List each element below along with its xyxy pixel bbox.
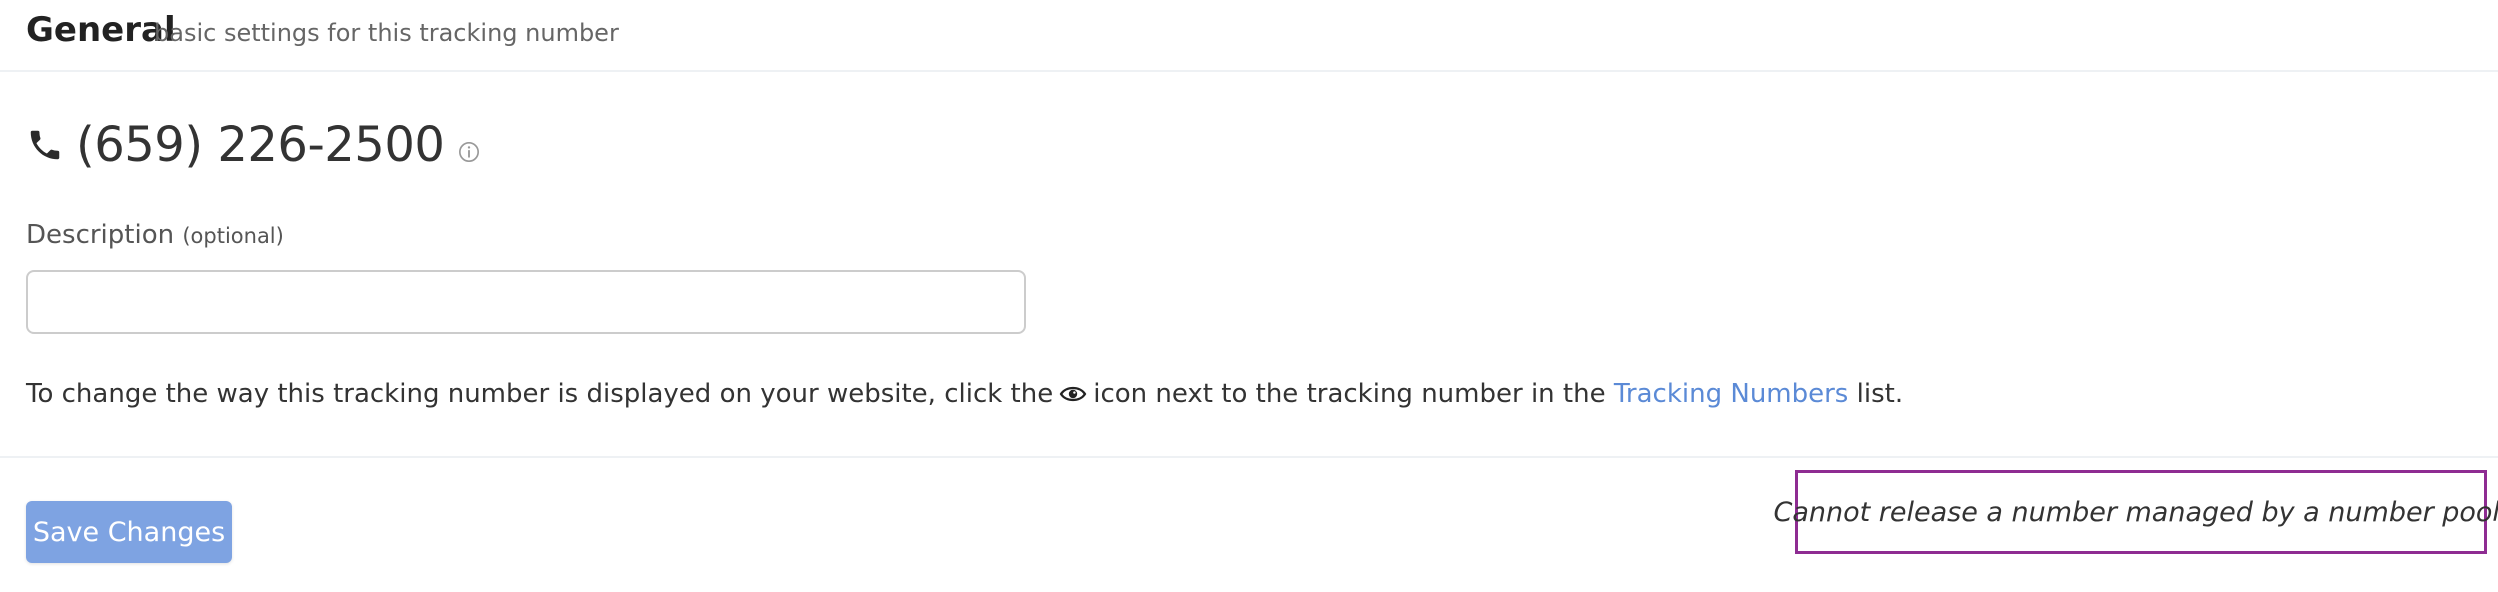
phone-icon	[30, 130, 60, 160]
section-subtitle: basic settings for this tracking number	[154, 19, 619, 47]
tracking-number-row: (659) 226-2500	[26, 110, 480, 180]
save-changes-button[interactable]: Save Changes	[26, 501, 232, 563]
tracking-numbers-link[interactable]: Tracking Numbers	[1614, 379, 1849, 409]
description-label: Description (optional)	[26, 220, 284, 250]
tracking-phone-number: (659) 226-2500	[76, 117, 445, 173]
description-label-text: Description	[26, 220, 175, 250]
optional-hint: (optional)	[182, 224, 284, 248]
release-notice-text: Cannot release a number managed by a num…	[1773, 496, 2498, 528]
release-notice-box: Cannot release a number managed by a num…	[1773, 470, 2498, 554]
section-header: General basic settings for this tracking…	[0, 0, 2498, 72]
display-instructions: To change the way this tracking number i…	[26, 379, 1903, 409]
instructions-text-start: To change the way this tracking number i…	[26, 379, 1054, 409]
description-input[interactable]	[26, 270, 1026, 334]
eye-icon	[1059, 386, 1087, 402]
instructions-text-end: list.	[1856, 379, 1904, 409]
footer-divider	[0, 456, 2498, 458]
instructions-text-middle: icon next to the tracking number in the	[1093, 379, 1606, 409]
info-icon[interactable]	[458, 141, 480, 163]
